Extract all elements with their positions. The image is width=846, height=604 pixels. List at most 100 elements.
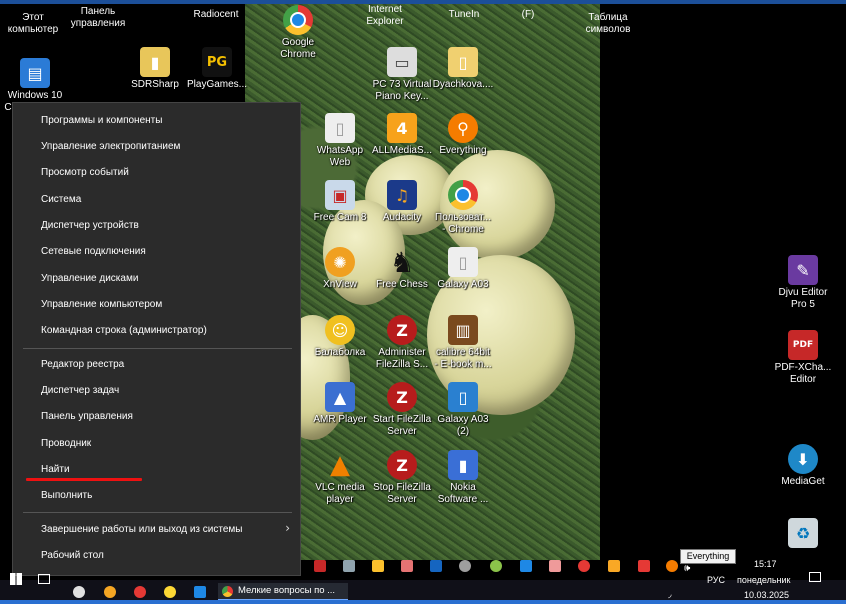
yandex-icon[interactable] <box>578 560 590 572</box>
desktop-icon-nokia[interactable]: ▮ Nokia Software ... <box>428 450 498 506</box>
clock-day[interactable]: понедельник <box>737 575 791 585</box>
desktop-icon-start-filezilla[interactable]: Z Start FileZilla Server <box>367 382 437 438</box>
taskbar-app-icon[interactable] <box>194 586 206 598</box>
desktop-icon-pdfxchange[interactable]: PDF PDF-XCha... Editor <box>768 330 838 386</box>
menu-item-shutdown-signout[interactable]: Завершение работы или выход из системы <box>41 524 242 535</box>
clock-date[interactable]: 10.03.2025 <box>744 590 789 600</box>
desktop-icon-galaxy-a03-2[interactable]: ▯ Galaxy A03 (2) <box>428 382 498 438</box>
network-icon[interactable]: ◞ <box>668 589 672 600</box>
desktop-icon-whatsapp-web[interactable]: ▯ WhatsApp Web <box>305 113 375 169</box>
menu-item-command-prompt-admin[interactable]: Командная строка (администратор) <box>41 325 207 336</box>
language-indicator[interactable]: РУС <box>707 575 725 585</box>
desktop-icon-allmedia[interactable]: 4 ALLMediaS... <box>367 113 437 157</box>
menu-item-search[interactable]: Найти <box>41 464 70 475</box>
icon-label: Administer FileZilla S... <box>375 347 429 370</box>
highlight-underline <box>26 478 142 481</box>
taskbar-active-window[interactable]: Мелкие вопросы по ... <box>218 583 348 601</box>
pinned-app-icon[interactable] <box>430 560 442 572</box>
desktop-icon-aimp[interactable]: ▲ AMR Player <box>305 382 375 426</box>
chevron-right-icon: › <box>285 521 290 535</box>
menu-item-device-manager[interactable]: Диспетчер устройств <box>41 220 139 231</box>
icon-label: PC 73 Virtual Piano Key... <box>372 79 432 102</box>
desktop-icon-galaxy-a03[interactable]: ▯ Galaxy A03 <box>428 247 498 291</box>
menu-item-network-connections[interactable]: Сетевые подключения <box>41 246 146 257</box>
menu-item-control-panel[interactable]: Панель управления <box>41 411 133 422</box>
piano-icon: ▭ <box>387 47 417 77</box>
desktop-icon-pc73[interactable]: ▭ PC 73 Virtual Piano Key... <box>367 47 437 103</box>
desktop-label-f-drive[interactable]: (F) <box>488 9 568 21</box>
desktop-icon-audacity[interactable]: ♫ Audacity <box>367 180 437 224</box>
icon-label: Пользоват... - Chrome <box>435 212 491 235</box>
desktop-icon-playgames[interactable]: PG PlayGames... <box>182 47 252 91</box>
desktop-icon-recycle-bin[interactable]: ♻ <box>768 518 838 550</box>
desktop-label-this-pc[interactable]: Этот компьютер <box>0 12 66 36</box>
pinned-app-icon[interactable] <box>549 560 561 572</box>
desktop-icon-everything[interactable]: ⚲ Everything <box>428 113 498 157</box>
pdf-icon: PDF <box>788 330 818 360</box>
drive-icon: ▤ <box>20 58 50 88</box>
pinned-app-icon[interactable] <box>638 560 650 572</box>
icon-label: Galaxy A03 <box>437 279 489 290</box>
pinned-app-icon[interactable] <box>608 560 620 572</box>
menu-item-task-manager[interactable]: Диспетчер задач <box>41 385 119 396</box>
file-icon: ▯ <box>448 247 478 277</box>
icon-label: VLC media player <box>315 482 365 505</box>
menu-item-event-viewer[interactable]: Просмотр событий <box>41 167 129 178</box>
menu-item-system[interactable]: Система <box>41 194 81 205</box>
active-window-title: Мелкие вопросы по ... <box>238 585 336 596</box>
desktop-label-charmap[interactable]: Таблица символов <box>568 12 648 36</box>
desktop-icon-vlc[interactable]: ▲ VLC media player <box>305 450 375 506</box>
icon-label: MediaGet <box>781 476 825 487</box>
playgames-icon: PG <box>202 47 232 77</box>
taskbar-app-icon[interactable] <box>73 586 85 598</box>
desktop-icon-admin-filezilla[interactable]: Z Administer FileZilla S... <box>367 315 437 371</box>
desktop-label-control-panel[interactable]: Панель управления <box>58 6 138 30</box>
desktop-icon-google-chrome[interactable]: Google Chrome <box>263 5 333 61</box>
desktop-icon-calibre[interactable]: ▥ calibre 64bit - E-book m... <box>428 315 498 371</box>
pinned-app-icon[interactable] <box>314 560 326 572</box>
desktop-icon-mediaget[interactable]: ⬇ MediaGet <box>768 444 838 488</box>
menu-item-disk-management[interactable]: Управление дисками <box>41 273 138 284</box>
volume-icon[interactable]: 🕪 <box>684 563 690 574</box>
desktop-icon-user-chrome[interactable]: Пользоват... - Chrome <box>428 180 498 236</box>
pinned-app-icon[interactable] <box>459 560 471 572</box>
desktop-icon-xnview[interactable]: ✺ XnView <box>305 247 375 291</box>
pinned-app-icon[interactable] <box>520 560 532 572</box>
desktop-icon-freecam[interactable]: ▣ Free Cam 8 <box>305 180 375 224</box>
opera-icon[interactable] <box>134 586 146 598</box>
icon-label: PlayGames... <box>186 79 248 90</box>
filezilla-icon: Z <box>387 315 417 345</box>
vlc-cone-icon: ▲ <box>330 450 350 480</box>
start-button[interactable] <box>10 573 22 585</box>
taskbar-app-icon[interactable] <box>104 586 116 598</box>
tooltip-everything: Everything <box>680 549 736 564</box>
icon-label: calibre 64bit - E-book m... <box>434 347 492 370</box>
desktop-label-radiocent[interactable]: Radiocent <box>176 9 256 21</box>
pinned-app-icon[interactable] <box>401 560 413 572</box>
desktop-icon-freechess[interactable]: ♞ Free Chess <box>367 245 437 291</box>
chrome-icon <box>283 5 313 35</box>
desktop-icon-stop-filezilla[interactable]: Z Stop FileZilla Server <box>367 450 437 506</box>
desktop-icon-dyachkova[interactable]: ▯ Dyachkova.... <box>428 47 498 91</box>
desktop-icon-djvu[interactable]: ✎ Djvu Editor Pro 5 <box>768 255 838 311</box>
taskbar-app-icon[interactable] <box>164 586 176 598</box>
menu-item-power-options[interactable]: Управление электропитанием <box>41 141 180 152</box>
task-view-icon[interactable] <box>38 574 50 584</box>
desktop-label-internet-explorer[interactable]: Internet Explorer <box>345 4 425 28</box>
menu-item-run[interactable]: Выполнить <box>41 490 92 501</box>
chess-knight-icon: ♞ <box>389 245 415 279</box>
menu-item-computer-management[interactable]: Управление компьютером <box>41 299 162 310</box>
menu-item-programs-features[interactable]: Программы и компоненты <box>41 115 162 126</box>
notifications-icon[interactable] <box>809 572 821 582</box>
pinned-app-icon[interactable] <box>343 560 355 572</box>
desktop-icon-sdrsharp[interactable]: ▮ SDRSharp <box>120 47 190 91</box>
clock-time[interactable]: 15:17 <box>754 559 777 569</box>
menu-item-registry-editor[interactable]: Редактор реестра <box>41 359 124 370</box>
everything-taskbar-icon[interactable] <box>666 560 678 572</box>
desktop-icon-balabolka[interactable]: ☺ Балаболка <box>305 315 375 359</box>
menu-item-file-explorer[interactable]: Проводник <box>41 438 91 449</box>
pinned-app-icon[interactable] <box>490 560 502 572</box>
pinned-app-icon[interactable] <box>372 560 384 572</box>
icon-label: XnView <box>323 279 357 290</box>
balabolka-icon: ☺ <box>325 315 355 345</box>
